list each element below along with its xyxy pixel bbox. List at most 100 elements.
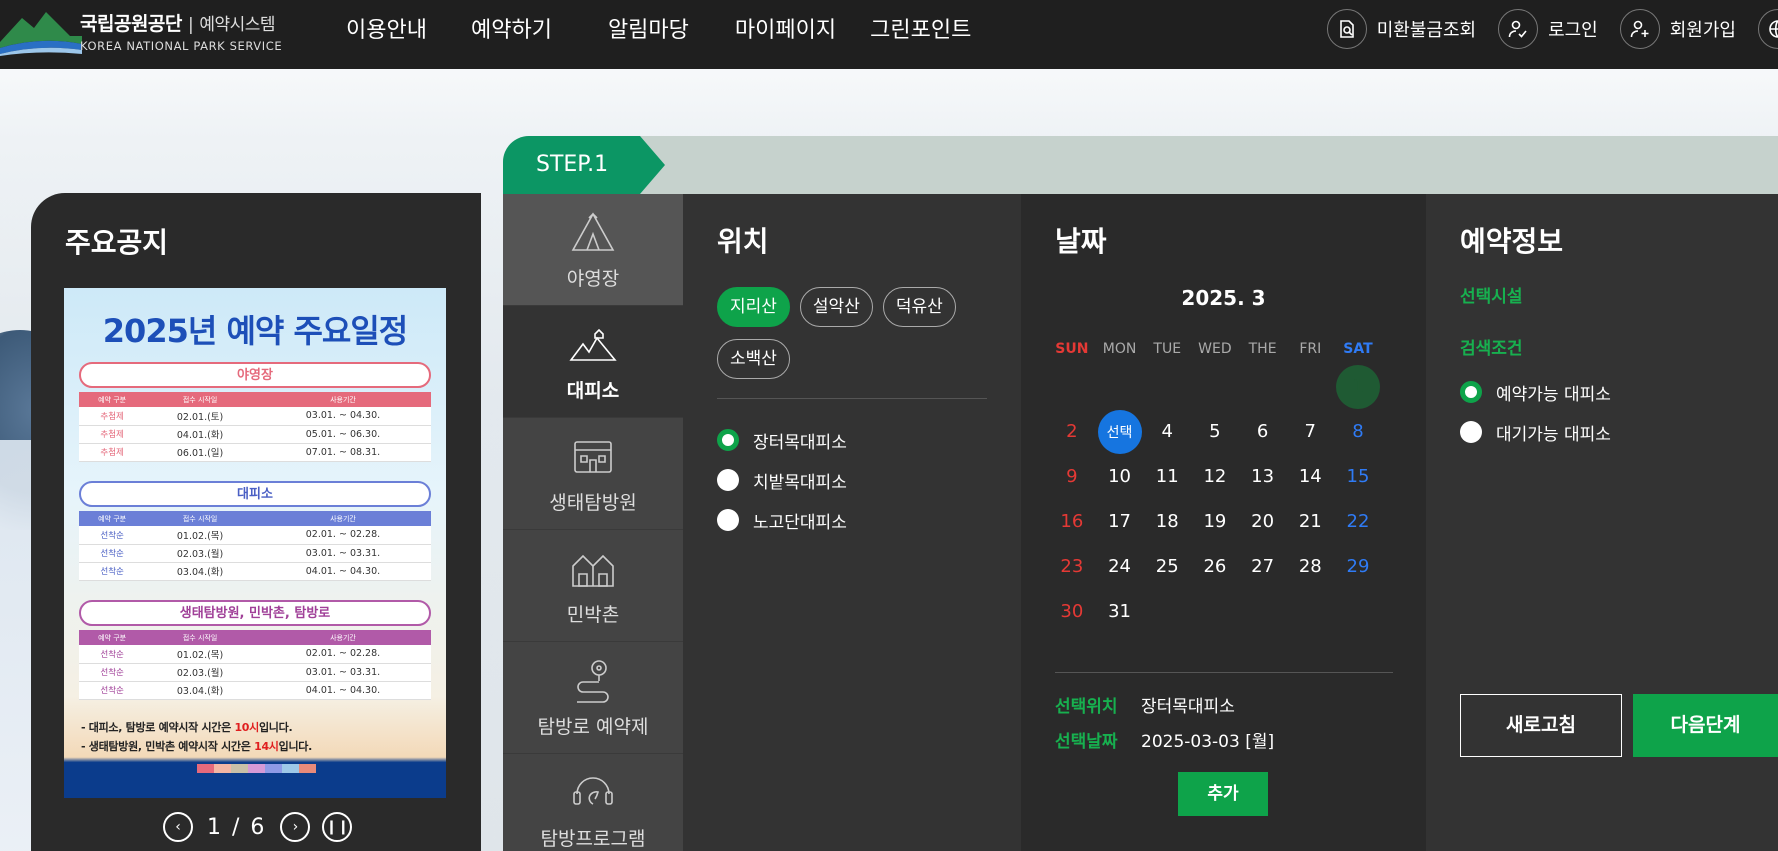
calendar-day[interactable]: 21 — [1286, 499, 1334, 544]
calendar-day[interactable]: 31 — [1096, 589, 1144, 634]
poster-table-row: 선착순 02.03.(월) 03.01. ~ 03.31. — [79, 544, 431, 563]
calendar-empty-cell — [1239, 589, 1287, 634]
next-step-button[interactable]: 다음단계 — [1633, 694, 1778, 757]
nav-greenpoint[interactable]: 그린포인트 — [870, 12, 971, 44]
calendar-day[interactable]: 30 — [1048, 589, 1096, 634]
calendar-day[interactable]: 23 — [1048, 544, 1096, 589]
category-minbak[interactable]: 민박촌 — [503, 530, 683, 642]
add-button[interactable]: 추가 — [1178, 772, 1268, 816]
nav-reservation[interactable]: 예약하기 — [471, 12, 552, 44]
calendar-day[interactable]: 20 — [1239, 499, 1287, 544]
calendar-day[interactable]: 25 — [1143, 544, 1191, 589]
calendar-empty-cell — [1143, 364, 1191, 409]
poster-swatch — [197, 764, 214, 773]
calendar-day[interactable]: 18 — [1143, 499, 1191, 544]
shelter-option-jangteomok[interactable]: 장터목대피소 — [717, 420, 847, 460]
utility-menu: 미환불금조회 로그인 회원가입 — [1326, 8, 1778, 50]
calendar-empty-cell — [1286, 589, 1334, 634]
poster-td: 04.01. ~ 04.30. — [254, 681, 431, 700]
refresh-button[interactable]: 새로고침 — [1460, 694, 1622, 757]
calendar-day[interactable]: 선택 — [1096, 409, 1144, 454]
calendar-day-label: 14 — [1298, 466, 1322, 487]
calendar-day[interactable]: 12 — [1191, 454, 1239, 499]
tent-icon — [571, 212, 615, 251]
calendar-day[interactable]: 26 — [1191, 544, 1239, 589]
notice-poster[interactable]: 2025년 예약 주요일정 야영장 예약 구분 접수 시작일 사용기간 추첨제 0… — [64, 288, 446, 798]
globe-icon[interactable] — [1758, 9, 1778, 49]
poster-table: 예약 구분 접수 시작일 사용기간 선착순 01.02.(목) 02.01. ~ 0… — [79, 511, 431, 581]
login-link[interactable]: 로그인 — [1498, 9, 1598, 49]
calendar-day[interactable]: 16 — [1048, 499, 1096, 544]
category-trail[interactable]: 탐방로 예약제 — [503, 642, 683, 754]
condition-waitlist[interactable]: 대기가능 대피소 — [1460, 412, 1611, 452]
category-eco-center[interactable]: 생태탐방원 — [503, 418, 683, 530]
step-indicator: STEP.1 — [503, 136, 665, 194]
mountain-chip-jirisan[interactable]: 지리산 — [717, 287, 790, 327]
category-shelter[interactable]: 대피소 — [503, 306, 683, 418]
calendar-day[interactable]: 17 — [1096, 499, 1144, 544]
calendar-day-label: 25 — [1155, 556, 1179, 577]
houses-icon — [572, 554, 614, 587]
calendar-day[interactable]: 2 — [1048, 409, 1096, 454]
calendar-day[interactable]: 24 — [1096, 544, 1144, 589]
radio-unchecked-icon — [717, 509, 739, 531]
poster-td: 01.02.(목) — [145, 526, 255, 545]
calendar-week: 23 24 25 26 27 28 29 — [1048, 544, 1382, 589]
poster-th: 예약 구분 — [98, 395, 127, 404]
calendar-day[interactable]: 7 — [1286, 409, 1334, 454]
pause-icon[interactable]: ❙❙ — [322, 812, 353, 842]
calendar-day[interactable]: 19 — [1191, 499, 1239, 544]
calendar-day-label: 26 — [1203, 556, 1227, 577]
weekday-label: THE — [1248, 341, 1277, 357]
calendar-day[interactable]: 6 — [1239, 409, 1287, 454]
poster-swatch — [265, 764, 282, 773]
poster-td: 03.01. ~ 04.30. — [254, 407, 431, 426]
calendar-day[interactable]: 29 — [1334, 544, 1382, 589]
poster-th: 사용기간 — [330, 514, 356, 523]
calendar-day[interactable]: 22 — [1334, 499, 1382, 544]
calendar-day[interactable]: 9 — [1048, 454, 1096, 499]
poster-table-row: 선착순 02.03.(월) 03.01. ~ 03.31. — [79, 663, 431, 682]
poster-bottom-bar — [64, 774, 446, 798]
poster-td: 선착순 — [79, 645, 146, 664]
nav-notice[interactable]: 알림마당 — [608, 12, 689, 44]
category-label: 탐방프로그램 — [540, 828, 646, 850]
calendar-day[interactable]: 28 — [1286, 544, 1334, 589]
category-sidebar: 야영장 대피소 생태탐방원 민박촌 탐방로 예약제 탐방프로그램 — [503, 194, 683, 851]
calendar-empty-cell — [1191, 589, 1239, 634]
calendar-day[interactable]: 15 — [1334, 454, 1382, 499]
poster-td: 선착순 — [79, 544, 146, 563]
nav-guide[interactable]: 이용안내 — [346, 12, 427, 44]
condition-available[interactable]: 예약가능 대피소 — [1460, 372, 1611, 412]
shelter-option-nogodan[interactable]: 노고단대피소 — [717, 500, 847, 540]
calendar-day[interactable]: 27 — [1239, 544, 1287, 589]
refund-lookup-link[interactable]: 미환불금조회 — [1326, 9, 1476, 49]
signup-link[interactable]: 회원가입 — [1619, 9, 1736, 49]
mountain-chip-seoraksan[interactable]: 설악산 — [799, 287, 873, 327]
calendar-day-label: 1 — [1335, 364, 1380, 409]
poster-td: 02.01.(토) — [145, 407, 255, 426]
calendar-day[interactable]: 11 — [1143, 454, 1191, 499]
calendar-day[interactable]: 13 — [1239, 454, 1287, 499]
calendar-day[interactable]: 4 — [1143, 409, 1191, 454]
poster-table-row: 추첨제 06.01.(일) 07.01. ~ 08.31. — [79, 443, 431, 462]
mountain-chips: 지리산 설악산 덕유산 소백산 — [717, 287, 1007, 391]
calendar-day[interactable]: 14 — [1286, 454, 1334, 499]
mountain-chip-deogyusan[interactable]: 덕유산 — [882, 287, 956, 327]
logo[interactable]: 국립공원공단 | 예약시스템 KOREA NATIONAL PARK SERVI… — [0, 6, 290, 56]
mountain-chip-sobaeksan[interactable]: 소백산 — [717, 339, 790, 379]
category-campsite[interactable]: 야영장 — [503, 194, 683, 306]
calendar-day-label: 9 — [1066, 466, 1078, 487]
calendar-day[interactable]: 5 — [1191, 409, 1239, 454]
calendar-day[interactable]: 8 — [1334, 409, 1382, 454]
calendar-day-label: 4 — [1161, 421, 1173, 442]
category-label: 야영장 — [566, 268, 620, 290]
chevron-right-icon[interactable]: › — [280, 812, 311, 842]
shelter-label: 노고단대피소 — [753, 512, 847, 533]
chevron-left-icon[interactable]: ‹ — [163, 812, 193, 842]
calendar-day[interactable]: 10 — [1096, 454, 1144, 499]
calendar-day[interactable]: 1 — [1334, 364, 1382, 409]
shelter-option-chibatmok[interactable]: 치밭목대피소 — [717, 460, 847, 500]
category-program[interactable]: 탐방프로그램 — [503, 754, 683, 851]
nav-mypage[interactable]: 마이페이지 — [735, 12, 836, 44]
